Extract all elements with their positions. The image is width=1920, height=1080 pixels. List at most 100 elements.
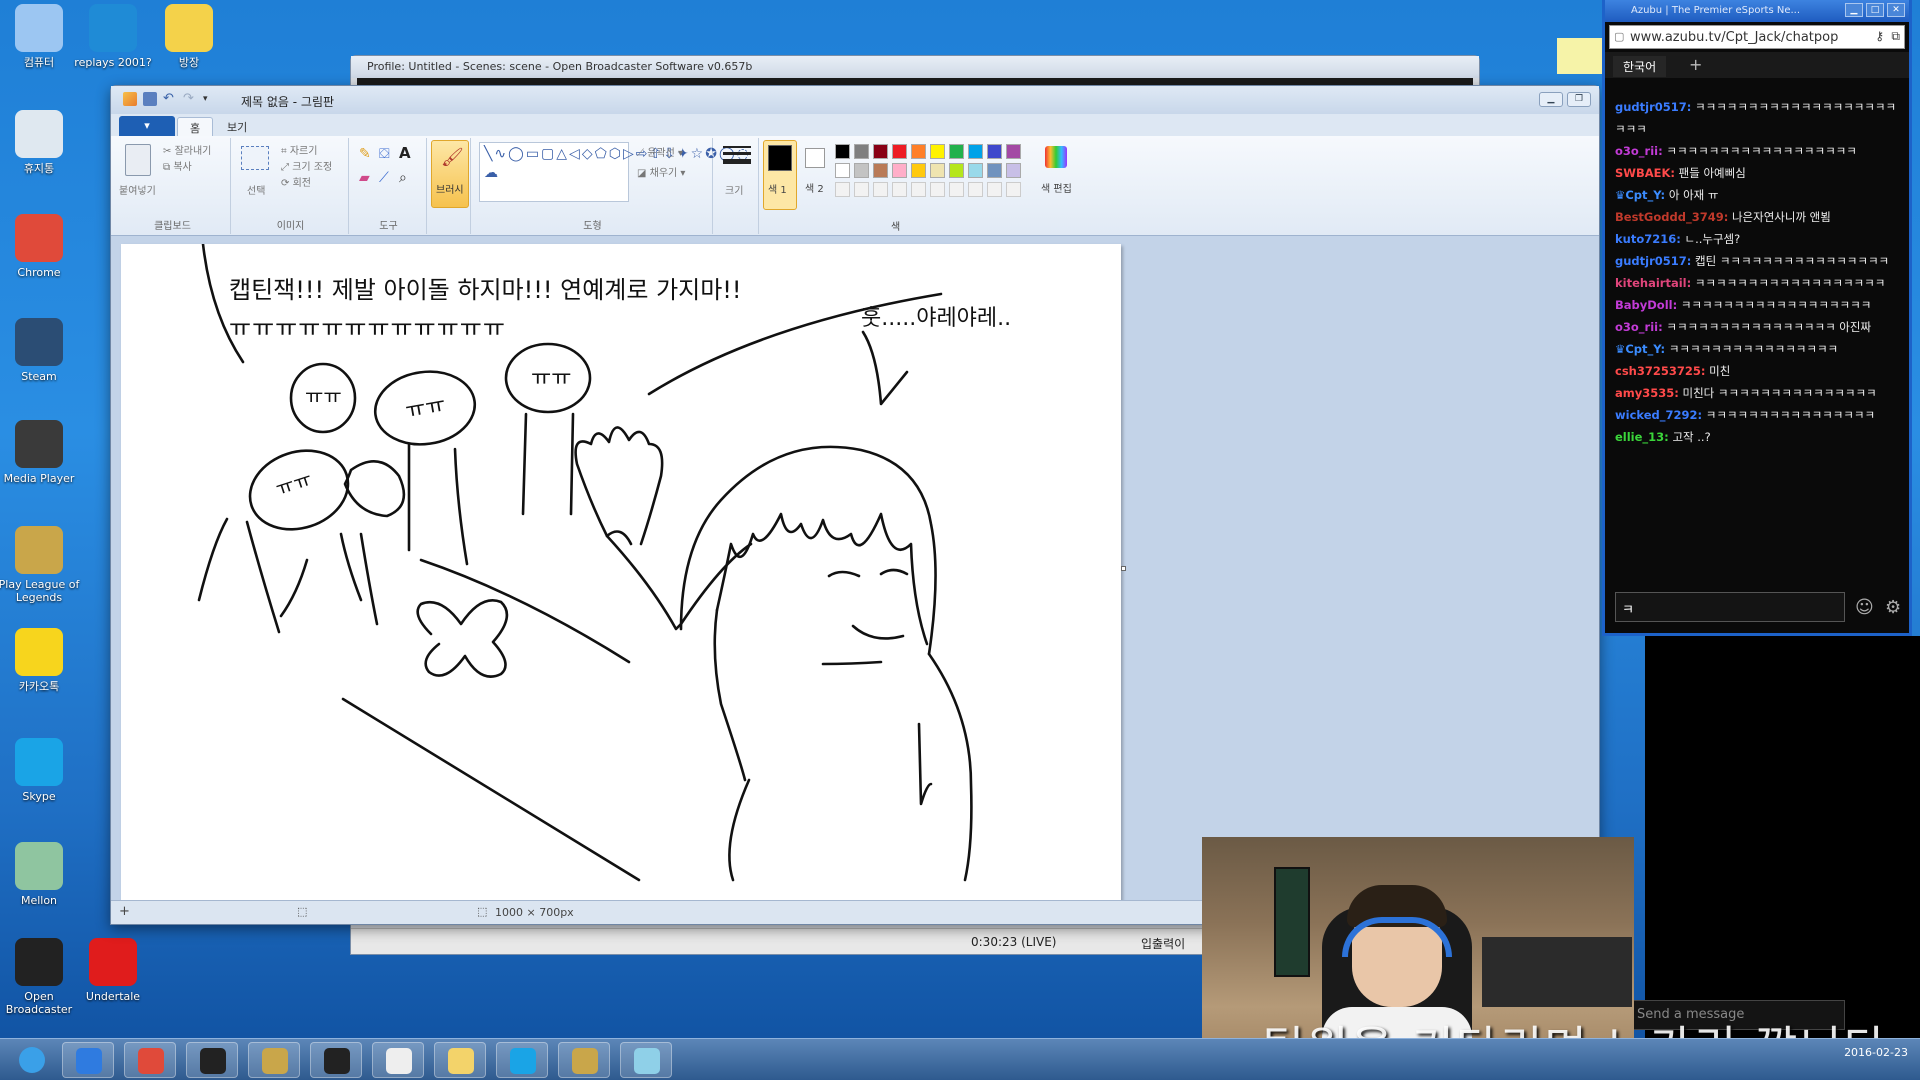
chat-username[interactable]: kitehairtail: <box>1615 276 1691 290</box>
chat-close-button[interactable]: ✕ <box>1887 3 1905 17</box>
palette-swatch-empty[interactable] <box>892 182 907 197</box>
gear-icon[interactable]: ⚙ <box>1885 597 1901 618</box>
palette-swatch-empty[interactable] <box>987 182 1002 197</box>
palette-swatch[interactable] <box>930 144 945 159</box>
taskbar-button-folder[interactable] <box>434 1042 486 1078</box>
chat-username[interactable]: BestGoddd_3749: <box>1615 210 1728 224</box>
fill-dropdown[interactable]: ◪ 채우기 ▾ <box>637 164 685 179</box>
cut-button[interactable]: ✂ 잘라내기 <box>163 142 211 157</box>
fill-icon[interactable]: ⛋ <box>379 146 395 162</box>
palette-swatch-empty[interactable] <box>1006 182 1021 197</box>
palette-swatch[interactable] <box>892 163 907 178</box>
chat-username[interactable]: o3o_rii: <box>1615 320 1663 334</box>
taskbar-clock[interactable]: 2016-02-23 <box>1844 1045 1908 1060</box>
desktop-icon-3[interactable]: 휴지통 <box>0 110 80 175</box>
taskbar-button-media[interactable] <box>186 1042 238 1078</box>
chat-maximize-button[interactable]: □ <box>1866 3 1884 17</box>
save-icon[interactable] <box>143 92 157 106</box>
palette-swatch[interactable] <box>854 163 869 178</box>
desktop-icon-10[interactable]: Mellon <box>0 842 80 907</box>
palette-swatch[interactable] <box>911 163 926 178</box>
select-button[interactable]: 선택 <box>247 182 265 197</box>
chat-input[interactable]: ㅋ <box>1615 592 1845 622</box>
taskbar-button-notepad[interactable] <box>372 1042 424 1078</box>
restore-button[interactable]: ❐ <box>1567 92 1591 107</box>
taskbar-button-chrome[interactable] <box>124 1042 176 1078</box>
palette-swatch[interactable] <box>835 144 850 159</box>
palette-swatch-empty[interactable] <box>930 182 945 197</box>
palette-swatch[interactable] <box>987 163 1002 178</box>
shapes-gallery[interactable]: ╲∿◯▭▢△◁◇⬠⬡▷⇨⇧⇩✦☆✪◯◌☁ <box>479 142 749 202</box>
palette-swatch[interactable] <box>968 163 983 178</box>
palette-swatch[interactable] <box>1006 144 1021 159</box>
taskbar-button-league[interactable] <box>248 1042 300 1078</box>
palette-swatch[interactable] <box>911 144 926 159</box>
magnifier-icon[interactable]: ⌕ <box>399 170 415 186</box>
file-menu-button[interactable]: ▾ <box>119 116 175 136</box>
palette-swatch[interactable] <box>873 163 888 178</box>
palette-swatch-empty[interactable] <box>911 182 926 197</box>
crop-button[interactable]: ⌗ 자르기 <box>281 142 317 157</box>
desktop-icon-2[interactable]: 방장 <box>148 4 230 69</box>
desktop-icon-4[interactable]: Chrome <box>0 214 80 279</box>
taskbar-button-obs[interactable] <box>310 1042 362 1078</box>
palette-swatch-empty[interactable] <box>949 182 964 197</box>
chat-minimize-button[interactable]: ▁ <box>1845 3 1863 17</box>
color1-button[interactable]: 색 1 <box>763 140 797 210</box>
chat-username[interactable]: csh37253725: <box>1615 364 1705 378</box>
customize-qa-icon[interactable]: ▾ <box>203 92 217 106</box>
size-icon[interactable] <box>723 146 751 164</box>
undo-icon[interactable]: ↶ <box>163 92 177 106</box>
paint-app-icon[interactable] <box>123 92 137 106</box>
taskbar-button-start-orb[interactable] <box>6 1042 58 1078</box>
palette-swatch[interactable] <box>1006 163 1021 178</box>
add-tab-button[interactable]: + <box>1689 55 1702 74</box>
minimize-button[interactable]: ▁ <box>1539 92 1563 107</box>
taskbar-button-skype[interactable] <box>496 1042 548 1078</box>
desktop-icon-9[interactable]: Skype <box>0 738 80 803</box>
resize-button[interactable]: ⤢ 크기 조정 <box>281 158 332 173</box>
chat-username[interactable]: kuto7216: <box>1615 232 1681 246</box>
paste-icon[interactable] <box>125 144 151 176</box>
canvas-resize-handle[interactable] <box>1121 566 1126 571</box>
pencil-icon[interactable]: ✎ <box>359 146 375 162</box>
chat-username[interactable]: ellie_13: <box>1615 430 1669 444</box>
rotate-button[interactable]: ⟳ 회전 <box>281 174 311 189</box>
eraser-icon[interactable]: ▰ <box>359 170 375 186</box>
chat-username[interactable]: BabyDoll: <box>1615 298 1677 312</box>
chat-address-bar[interactable]: ▢ www.azubu.tv/Cpt_Jack/chatpop ⚷ ⧉ <box>1609 25 1905 49</box>
palette-swatch-empty[interactable] <box>968 182 983 197</box>
drawing-canvas[interactable]: 캡틴잭!!! 제발 아이돌 하지마!!! 연예계로 가지마!! ㅠㅠㅠㅠㅠㅠㅠㅠ… <box>121 244 1121 902</box>
chat-username[interactable]: Cpt_Y: <box>1625 188 1665 202</box>
palette-swatch-empty[interactable] <box>873 182 888 197</box>
desktop-icon-11[interactable]: Open Broadcaster <box>0 938 80 1016</box>
brush-button[interactable]: 🖌 브러시 <box>431 140 469 208</box>
palette-swatch[interactable] <box>873 144 888 159</box>
palette-swatch[interactable] <box>892 144 907 159</box>
chat-username[interactable]: SWBAEK: <box>1615 166 1675 180</box>
palette-swatch[interactable] <box>949 144 964 159</box>
outline-dropdown[interactable]: ⟋ 윤곽선 ▾ <box>637 144 683 159</box>
palette-swatch[interactable] <box>949 163 964 178</box>
tab-home[interactable]: 홈 <box>177 117 214 136</box>
taskbar-button-league[interactable] <box>558 1042 610 1078</box>
redo-icon[interactable]: ↷ <box>183 92 197 106</box>
chat-username[interactable]: o3o_rii: <box>1615 144 1663 158</box>
color-picker-icon[interactable]: ⟋ <box>379 170 395 186</box>
desktop-icon-6[interactable]: Media Player <box>0 420 80 485</box>
chat-username[interactable]: gudtjr0517: <box>1615 100 1691 114</box>
desktop-icon-12[interactable]: Undertale <box>72 938 154 1003</box>
edit-colors-button[interactable]: 색 편집 <box>1039 140 1073 210</box>
size-button[interactable]: 크기 <box>725 182 743 197</box>
palette-swatch[interactable] <box>968 144 983 159</box>
desktop-icon-0[interactable]: 컴퓨터 <box>0 4 80 69</box>
chat-username[interactable]: Cpt_Y: <box>1625 342 1665 356</box>
popout-icon[interactable]: ⧉ <box>1891 29 1900 44</box>
sticky-note[interactable] <box>1557 38 1602 74</box>
palette-swatch[interactable] <box>930 163 945 178</box>
text-icon[interactable]: A <box>399 144 415 162</box>
palette-swatch[interactable] <box>987 144 1002 159</box>
taskbar-button-internet-explorer[interactable] <box>62 1042 114 1078</box>
desktop-icon-1[interactable]: replays 2001? <box>72 4 154 69</box>
palette-swatch-empty[interactable] <box>835 182 850 197</box>
